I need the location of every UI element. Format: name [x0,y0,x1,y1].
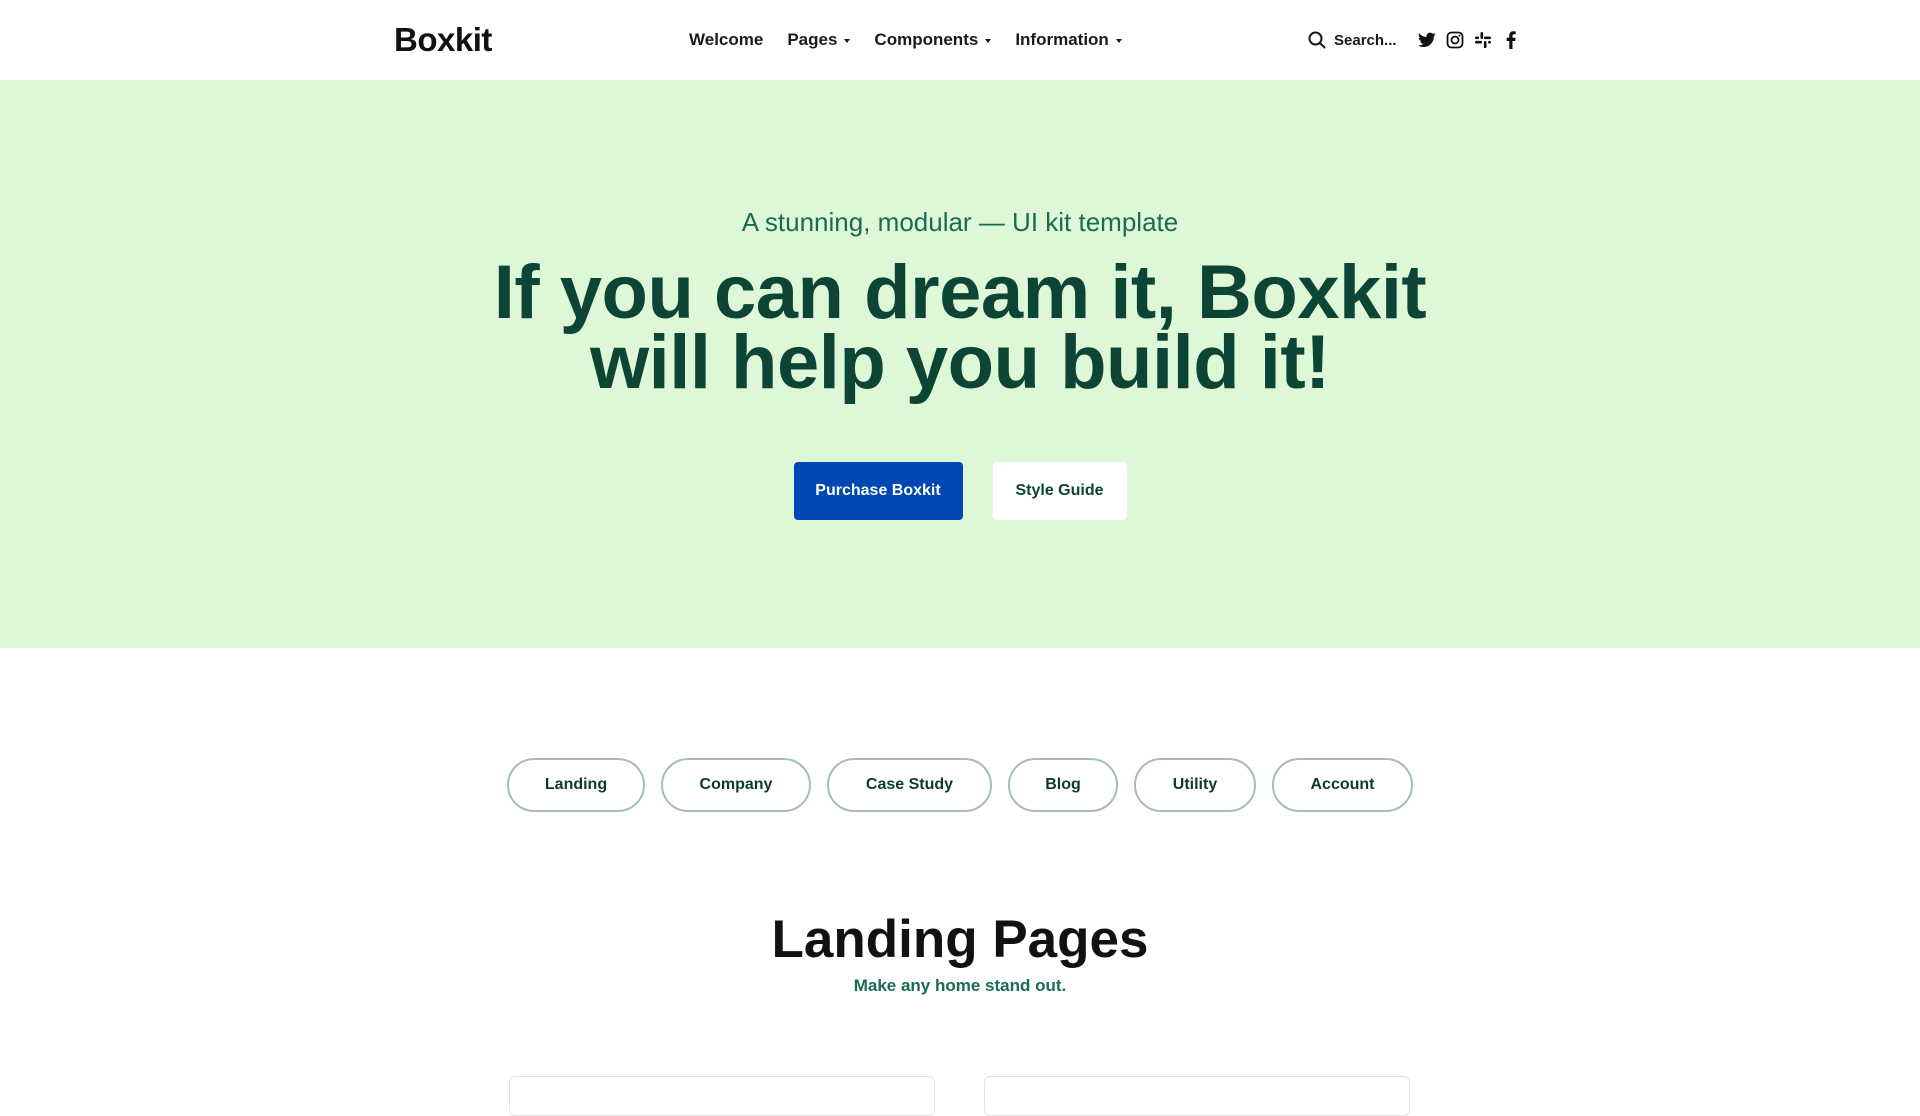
nav-item-label: Welcome [689,30,764,49]
filter-blog[interactable]: Blog [1008,758,1118,812]
site-header: Boxkit Welcome Pages Components Informat… [0,0,1920,80]
twitter-icon[interactable] [1417,30,1437,50]
search-label: Search... [1334,31,1397,49]
instagram-icon[interactable] [1445,30,1465,50]
caret-down-icon [985,39,992,43]
nav-item-welcome[interactable]: Welcome [689,30,763,50]
caret-down-icon [844,39,851,43]
nav-item-label: Components [874,30,979,49]
section-title: Landing Pages [771,910,1149,969]
category-filters: Landing Company Case Study Blog Utility … [0,758,1920,812]
nav-item-pages[interactable]: Pages [787,30,851,50]
nav-item-information[interactable]: Information [1015,30,1122,50]
nav-item-label: Information [1015,30,1109,49]
social-links [1417,28,1529,52]
hero-buttons: Purchase Boxkit Style Guide [0,462,1920,520]
search-icon [1308,31,1326,49]
purchase-button[interactable]: Purchase Boxkit [793,462,963,520]
section-subtitle: Make any home stand out. [853,976,1067,995]
search-button[interactable]: Search... [1308,26,1397,54]
hero-kicker: A stunning, modular — UI kit template [741,207,1179,237]
nav-item-label: Pages [787,30,838,49]
caret-down-icon [1115,39,1122,43]
hero-title: If you can dream it, Boxkit will help yo… [360,255,1560,401]
hero-section: A stunning, modular — UI kit template If… [0,80,1920,648]
style-guide-button[interactable]: Style Guide [992,462,1127,520]
landing-card[interactable] [984,1076,1410,1116]
filter-company[interactable]: Company [661,758,811,812]
slack-icon[interactable] [1473,30,1493,50]
landing-card[interactable] [509,1076,935,1116]
hero-title-line2: will help you build it! [589,320,1331,405]
logo[interactable]: Boxkit [394,18,492,62]
filter-landing[interactable]: Landing [507,758,645,812]
filter-case-study[interactable]: Case Study [827,758,992,812]
main-nav: Welcome Pages Components Information [689,26,1146,54]
filter-utility[interactable]: Utility [1134,758,1256,812]
filter-account[interactable]: Account [1272,758,1413,812]
facebook-icon[interactable] [1501,30,1521,50]
nav-item-components[interactable]: Components [874,30,992,50]
